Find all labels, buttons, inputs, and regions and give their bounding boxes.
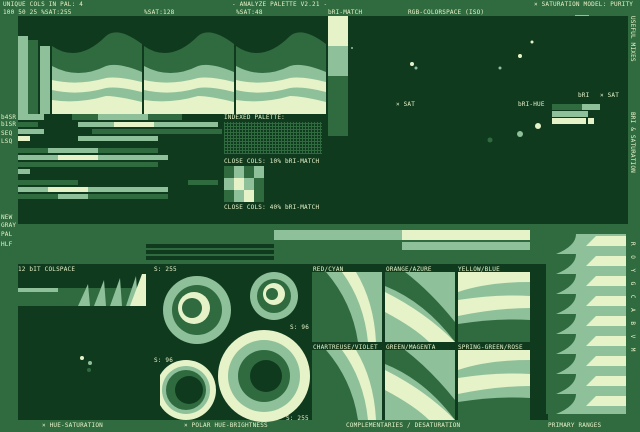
scatter-bri-hue-label: bRI-HUE — [518, 101, 545, 108]
close-cols-40-label: CLOSE COLS: 40% bRI-MATCH — [224, 204, 320, 211]
colspace-sawtooth — [18, 274, 146, 306]
colorspace-label: RGB-COLORSPACE (ISO) — [408, 9, 485, 16]
pal-label: PAL — [1, 231, 13, 238]
b1sr-label: b1SR — [1, 121, 17, 128]
b4sr-label: b4SR — [1, 114, 17, 121]
bri-match-strip — [328, 16, 348, 136]
unique-cols-label: UNIQUE COLS IN PAL: 4 — [3, 1, 84, 8]
indexed-palette-grid — [224, 122, 322, 154]
polar-s96b-label: S: 96 — [154, 357, 174, 364]
hlf-label: HLF — [1, 241, 13, 248]
polar-hue-brightness-footer[interactable]: × POLAR HUE-BRIGHTNESS — [184, 422, 268, 429]
gray-label: GRAY — [1, 222, 17, 229]
close-cols-10-label: CLOSE COLS: 10% bRI-MATCH — [224, 158, 320, 165]
primary-ranges-footer: PRIMARY RANGES — [548, 422, 602, 429]
saturation-model-label[interactable]: × SATURATION MODEL: PURITY — [534, 1, 633, 8]
scatter-sat-label: × SAT — [396, 101, 416, 108]
polar-hue-discs — [160, 272, 310, 422]
seq-label: SEQ — [1, 130, 13, 137]
hue-saturation-footer[interactable]: × HUE-SATURATION — [42, 422, 103, 429]
hue-wave-strips — [18, 32, 326, 114]
useful-mixes-label: USEFUL MIXES — [629, 16, 636, 62]
app-title: - ANALYZE PALETTE V2.21 - — [232, 1, 328, 8]
bri-saturation-label: BRI & SATURATION — [629, 112, 636, 173]
scatter-bri-label: bRI — [578, 92, 590, 99]
sat-percent-label: 100 50 25 %SAT:255 — [3, 9, 72, 16]
gradient-bars — [18, 230, 530, 260]
complementaries-footer: COMPLEMENTARIES / DESATURATION — [346, 422, 461, 429]
close-cols-swatches — [224, 166, 264, 202]
colspace-title: 12 bIT COLSPACE — [18, 266, 76, 273]
sat48-label: %SAT:48 — [236, 9, 263, 16]
lsq-label: LSQ — [1, 138, 13, 145]
indexed-palette-label: INDEXED PALETTE: — [224, 114, 285, 121]
bri-sat-mini-strip — [552, 104, 600, 124]
primary-ranges — [546, 234, 626, 414]
bri-match-label: bRI-MATCH — [328, 9, 363, 16]
polar-s96a-label: S: 96 — [290, 324, 310, 331]
scatter-sat2-label: × SAT — [600, 92, 620, 99]
roygcabvm-label: R O Y G C A B V M — [629, 242, 636, 355]
sat128-label: %SAT:128 — [144, 9, 175, 16]
polar-s255b-label: S: 255 — [286, 415, 309, 422]
sequence-ramps — [18, 114, 222, 199]
complementary-blends — [312, 272, 530, 420]
new-label: NEW — [1, 214, 13, 221]
colspace-dots — [80, 356, 92, 372]
